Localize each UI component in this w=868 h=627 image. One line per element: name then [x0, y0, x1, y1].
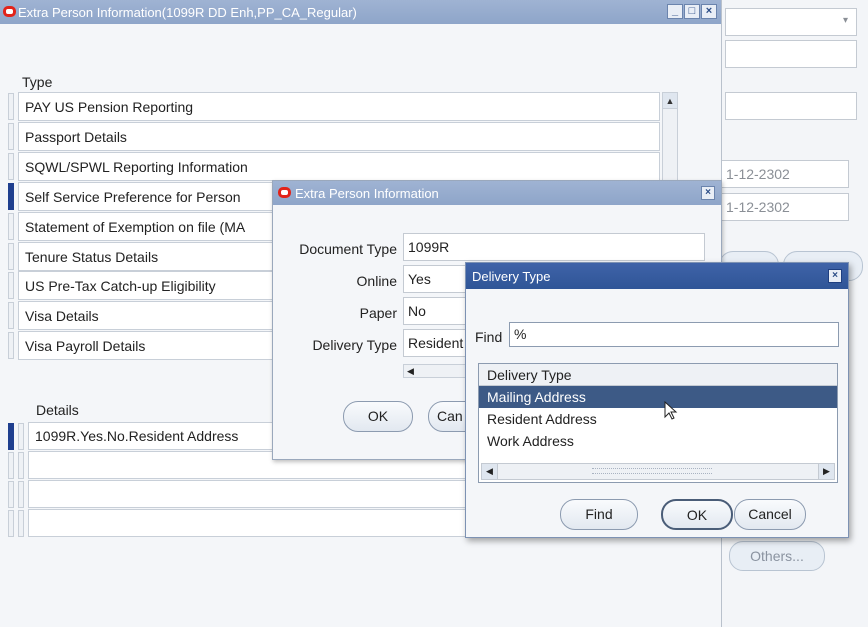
detail-marker[interactable]: [18, 452, 24, 479]
background-dropdown[interactable]: ▾: [725, 8, 857, 36]
row-marker[interactable]: [8, 213, 14, 240]
lov-dialog-title: Delivery Type: [472, 269, 551, 284]
others-button[interactable]: Others...: [729, 541, 825, 571]
minimize-icon[interactable]: _: [667, 4, 683, 19]
row-marker[interactable]: [8, 332, 14, 359]
close-icon[interactable]: ×: [701, 4, 717, 19]
epi-dialog-titlebar[interactable]: Extra Person Information ×: [273, 181, 721, 205]
details-row[interactable]: [28, 509, 508, 537]
delivery-type-field[interactable]: Resident: [403, 329, 473, 357]
oracle-icon: [278, 187, 291, 198]
close-icon[interactable]: ×: [828, 269, 842, 283]
detail-marker-current[interactable]: [8, 423, 14, 450]
oracle-icon: [3, 6, 16, 17]
cancel-button[interactable]: Cancel: [734, 499, 806, 530]
cancel-button-label: Can: [437, 408, 463, 424]
detail-marker[interactable]: [8, 510, 14, 537]
list-item-selected[interactable]: Mailing Address: [479, 386, 837, 408]
document-type-field[interactable]: 1099R: [403, 233, 705, 261]
delivery-type-label: Delivery Type: [312, 337, 397, 353]
paper-label: Paper: [359, 305, 397, 321]
details-row[interactable]: [28, 480, 508, 508]
type-row[interactable]: SQWL/SPWL Reporting Information: [18, 152, 660, 181]
row-marker[interactable]: [8, 93, 14, 120]
find-button-label: Find: [585, 506, 613, 522]
list-item[interactable]: Resident Address: [479, 408, 837, 430]
row-marker[interactable]: [8, 272, 14, 299]
epi-dialog-title: Extra Person Information: [295, 186, 439, 201]
delivery-type-list: Delivery Type Mailing Address Resident A…: [478, 363, 838, 483]
background-field-empty-2[interactable]: [725, 92, 857, 120]
lov-dialog-titlebar[interactable]: Delivery Type ×: [466, 263, 848, 289]
row-marker[interactable]: [8, 123, 14, 150]
others-button-label: Others...: [750, 548, 804, 564]
list-column-header[interactable]: Delivery Type: [479, 364, 837, 386]
close-icon[interactable]: ×: [701, 186, 715, 200]
type-row[interactable]: Passport Details: [18, 122, 660, 151]
main-window-titlebar[interactable]: Extra Person Information(1099R DD Enh,PP…: [0, 0, 721, 24]
background-date-field-1[interactable]: 1-12-2302: [717, 160, 849, 188]
row-marker-current[interactable]: [8, 183, 14, 210]
list-horizontal-scrollbar[interactable]: ◀ ▶: [481, 463, 835, 480]
detail-marker[interactable]: [18, 481, 24, 508]
background-date-field-2[interactable]: 1-12-2302: [717, 193, 849, 221]
detail-marker[interactable]: [8, 481, 14, 508]
scroll-left-icon[interactable]: ◀: [482, 464, 498, 479]
ok-button-label: OK: [686, 507, 708, 523]
online-field[interactable]: Yes: [403, 265, 473, 293]
scroll-left-icon[interactable]: ◀: [407, 366, 414, 376]
chevron-down-icon: ▾: [842, 15, 848, 26]
scroll-right-icon[interactable]: ▶: [818, 464, 834, 479]
scrollbar-thumb[interactable]: [592, 468, 712, 474]
ok-button[interactable]: OK: [661, 499, 733, 530]
row-marker[interactable]: [8, 153, 14, 180]
find-button[interactable]: Find: [560, 499, 638, 530]
detail-marker[interactable]: [8, 452, 14, 479]
delivery-type-lov-dialog: Delivery Type × Find % Delivery Type Mai…: [465, 262, 849, 538]
find-input[interactable]: %: [509, 322, 839, 347]
maximize-icon[interactable]: □: [684, 4, 700, 19]
mouse-pointer-icon: [664, 401, 678, 420]
type-column-label: Type: [22, 74, 53, 90]
detail-marker[interactable]: [18, 510, 24, 537]
find-label: Find: [475, 329, 503, 345]
online-label: Online: [356, 273, 397, 289]
background-field-empty[interactable]: [725, 40, 857, 68]
main-window-title: Extra Person Information(1099R DD Enh,PP…: [18, 5, 357, 20]
type-row[interactable]: PAY US Pension Reporting: [18, 92, 660, 121]
row-marker[interactable]: [8, 302, 14, 329]
paper-field[interactable]: No: [403, 297, 473, 325]
details-label: Details: [36, 402, 79, 418]
ok-button[interactable]: OK: [343, 401, 413, 432]
row-marker[interactable]: [8, 243, 14, 270]
document-type-label: Document Type: [299, 241, 397, 257]
scroll-up-icon[interactable]: ▲: [663, 93, 677, 109]
detail-marker[interactable]: [18, 423, 24, 450]
ok-button-label: OK: [367, 408, 389, 424]
delivery-type-scrollbar[interactable]: ◀: [403, 364, 473, 378]
cancel-button-label: Cancel: [748, 506, 792, 522]
list-item[interactable]: Work Address: [479, 430, 837, 452]
